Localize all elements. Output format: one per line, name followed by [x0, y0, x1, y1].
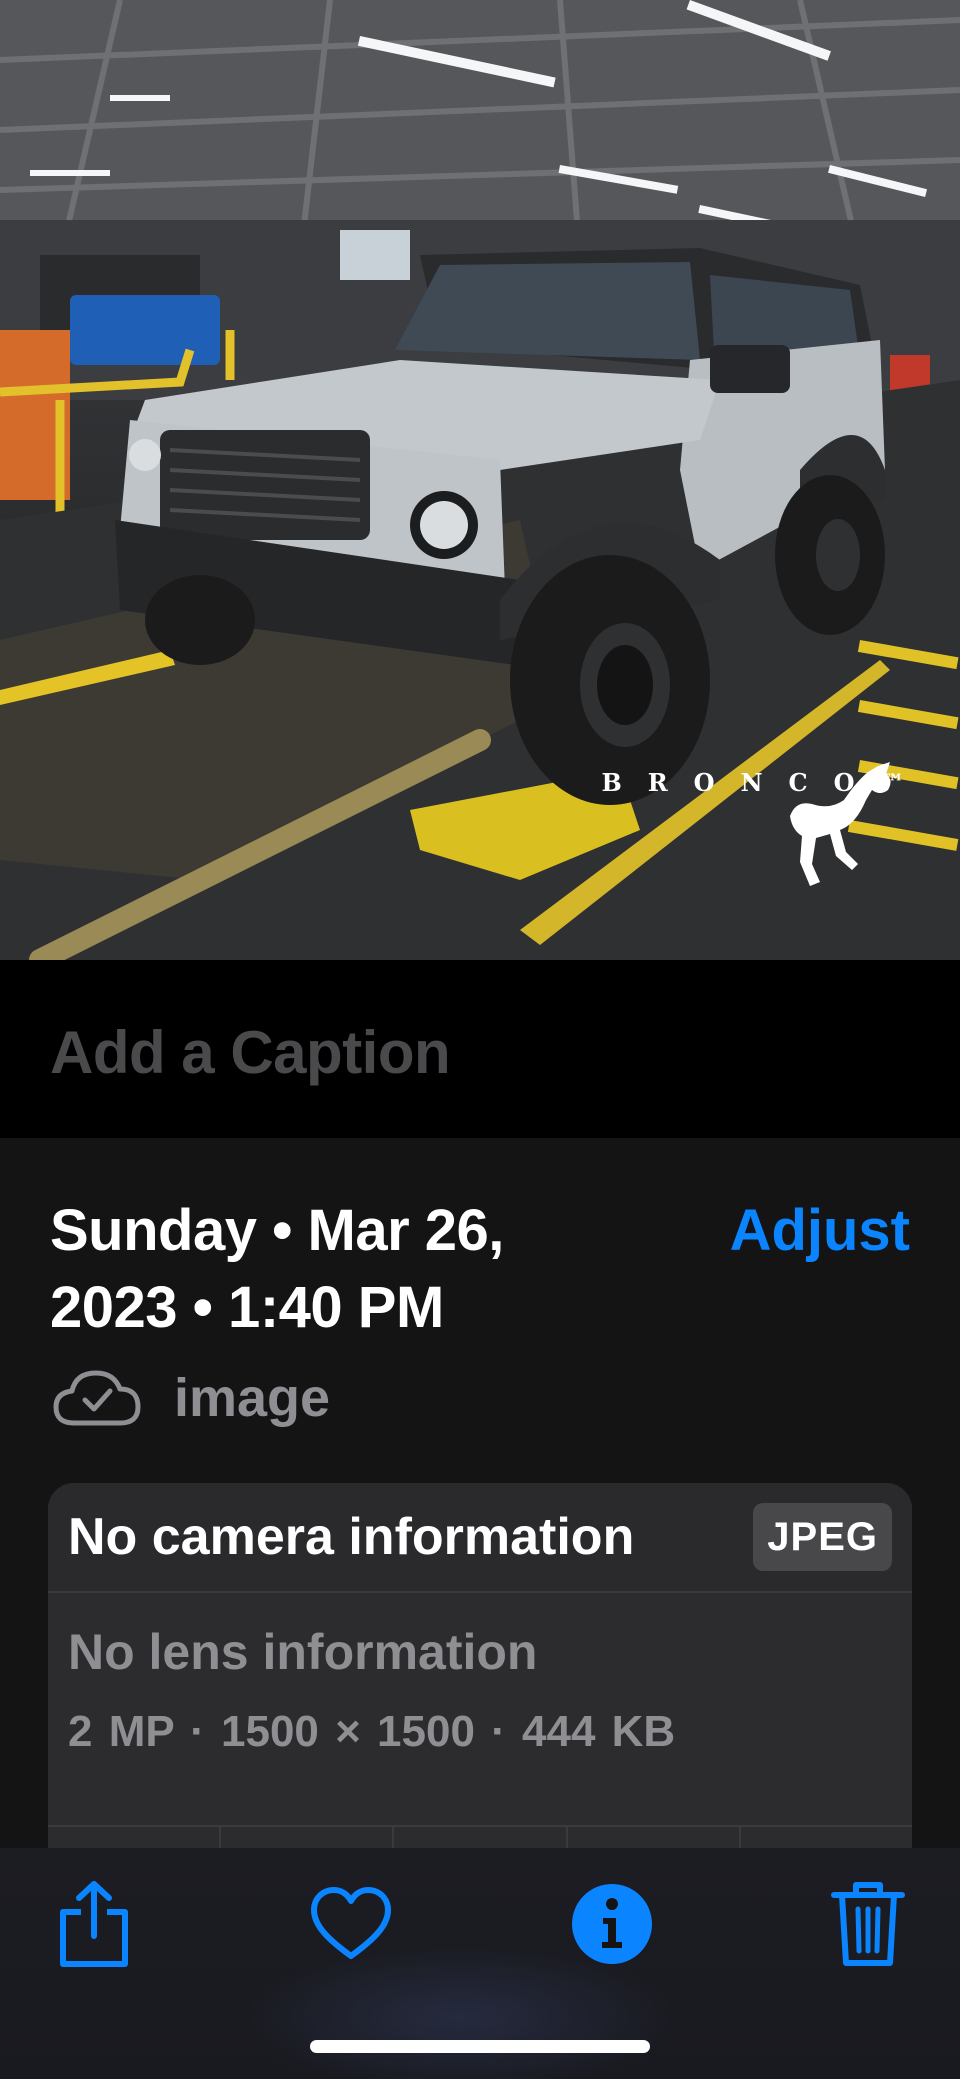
- trash-icon: [831, 1882, 905, 1966]
- icloud-status-row: image: [52, 1363, 330, 1433]
- caption-input[interactable]: Add a Caption: [50, 1018, 451, 1087]
- lens-info: No lens information: [68, 1624, 538, 1680]
- share-icon: [60, 1881, 128, 1967]
- photo-viewer[interactable]: BRONCO™: [0, 0, 960, 960]
- adjust-button[interactable]: Adjust: [730, 1192, 910, 1269]
- bronco-watermark: BRONCO™: [596, 760, 936, 886]
- favorite-button[interactable]: [303, 1876, 399, 1972]
- metadata-card: No camera information JPEG No lens infor…: [48, 1483, 912, 1903]
- home-indicator[interactable]: [310, 2040, 650, 2053]
- camera-info: No camera information: [68, 1508, 635, 1566]
- metadata-card-header: No camera information JPEG: [48, 1483, 912, 1593]
- date-line-2: 2023 • 1:40 PM: [50, 1275, 444, 1340]
- file-name: image: [174, 1368, 331, 1428]
- cloud-check-icon: [53, 1370, 141, 1426]
- image-specs: 2 MP · 1500 × 1500 · 444 KB: [68, 1707, 676, 1756]
- format-badge: JPEG: [753, 1503, 892, 1571]
- bronco-horse-logo: [790, 762, 891, 886]
- info-button[interactable]: [564, 1876, 660, 1972]
- heart-icon: [311, 1887, 391, 1959]
- info-icon: [572, 1884, 652, 1964]
- share-button[interactable]: [46, 1876, 142, 1972]
- caption-area[interactable]: Add a Caption: [0, 960, 960, 1138]
- date-line-1: Sunday • Mar 26,: [50, 1198, 504, 1263]
- delete-button[interactable]: [820, 1876, 916, 1972]
- capture-datetime: Sunday • Mar 26, 2023 • 1:40 PM: [50, 1192, 650, 1346]
